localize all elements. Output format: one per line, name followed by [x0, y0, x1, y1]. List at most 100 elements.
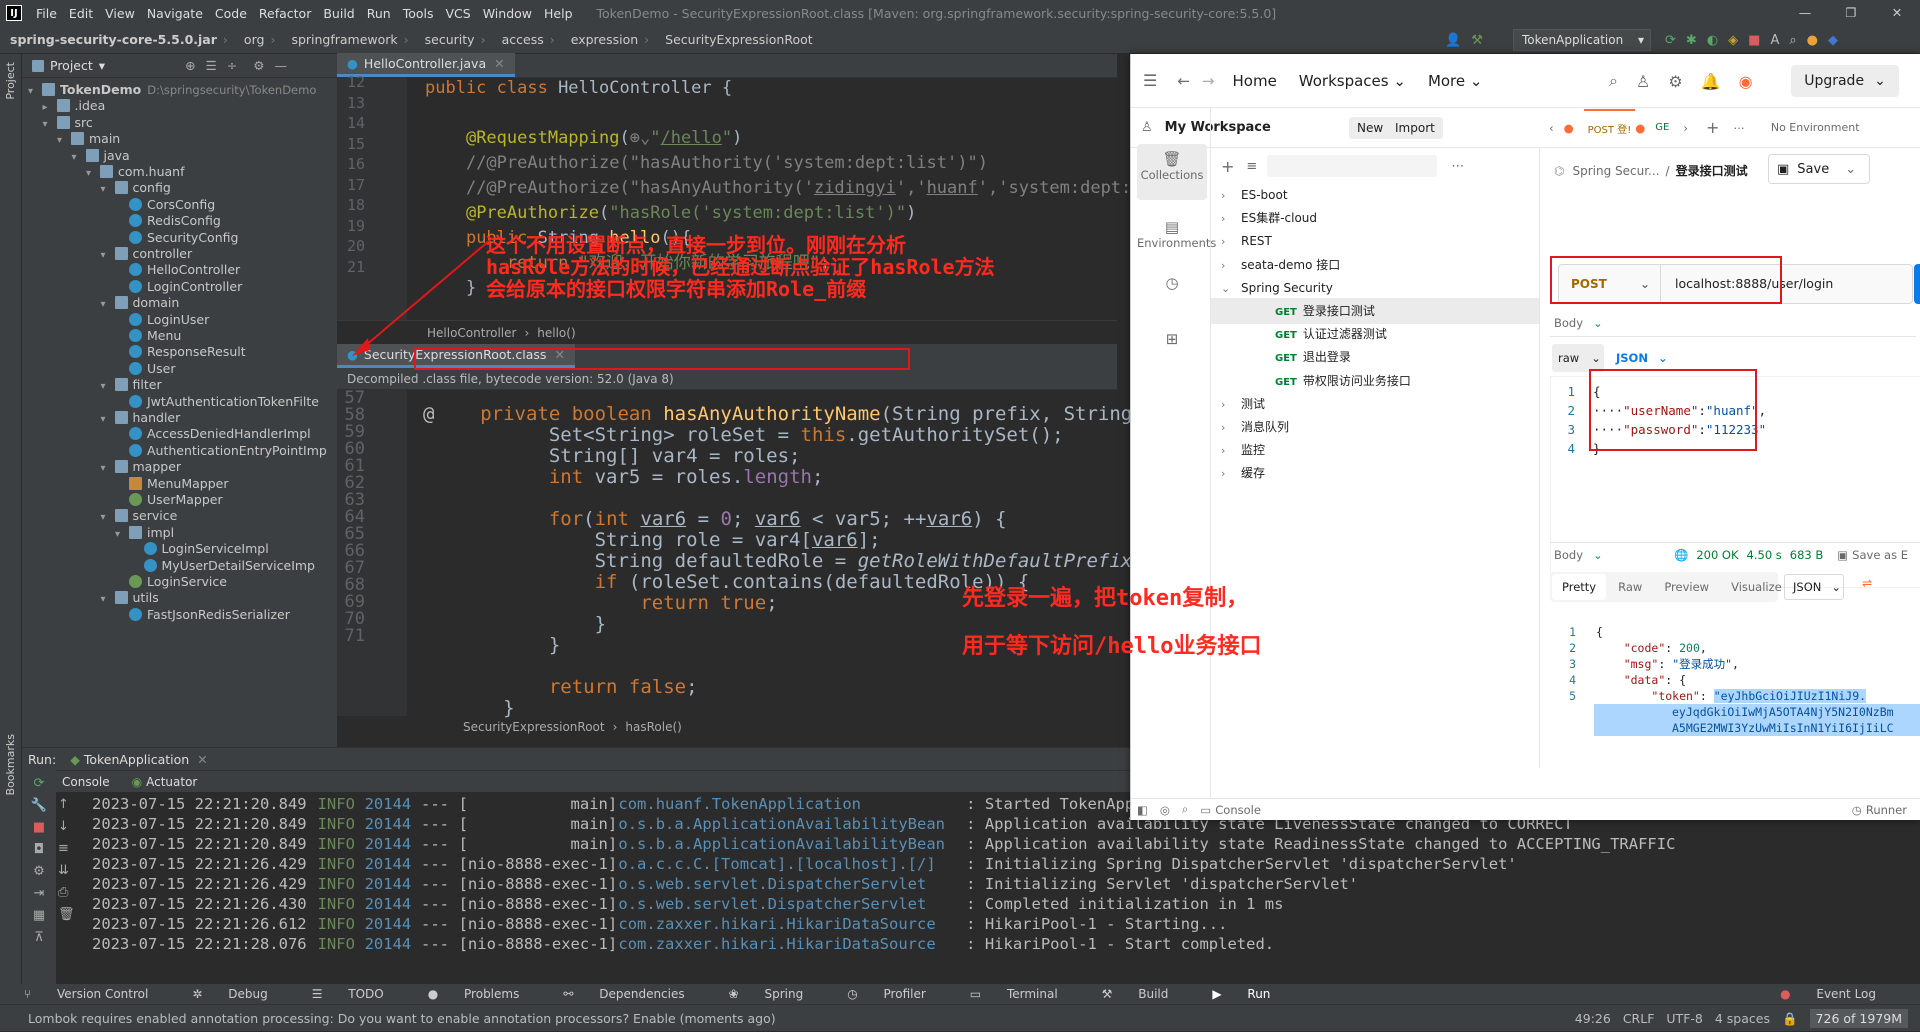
collection-item[interactable]: › 监控 [1211, 437, 1539, 463]
project-tool-button[interactable]: Project [4, 62, 17, 100]
breadcrumb-item[interactable]: access [502, 32, 544, 47]
save-button[interactable]: ▣ Save ⌄ [1768, 154, 1870, 184]
translate-icon[interactable]: A [1770, 33, 1779, 48]
project-view-selector[interactable]: Project [50, 58, 93, 73]
close-icon[interactable]: ✕ [1874, 0, 1920, 26]
bookmarks-tool-button[interactable]: Bookmarks [4, 734, 17, 795]
breadcrumb-item[interactable]: springframework [291, 32, 397, 47]
crumb-method[interactable]: hello() [537, 326, 575, 340]
scroll-end-icon[interactable]: ⇊ [58, 860, 78, 882]
settings-icon[interactable]: ⚙ [22, 864, 56, 886]
runner-button[interactable]: Runner [1866, 803, 1907, 817]
debug-icon[interactable]: ✱ [1686, 33, 1697, 48]
line-separator[interactable]: CRLF [1623, 1011, 1655, 1026]
menu-item-file[interactable]: File [36, 6, 57, 21]
crumb-collection[interactable]: Spring Secur... [1572, 164, 1659, 178]
menu-item-vcs[interactable]: VCS [446, 6, 471, 21]
breadcrumb-item[interactable]: SecurityExpressionRoot [665, 32, 813, 47]
body-tab[interactable]: Body ⌄ [1554, 316, 1603, 330]
search-icon[interactable]: ⌕ [1609, 71, 1618, 91]
raw-select[interactable]: raw ⌄ [1552, 344, 1604, 372]
sidebar-item-environments[interactable]: ▤ Environments [1137, 218, 1216, 250]
menu-item-edit[interactable]: Edit [69, 6, 93, 21]
menu-item-refactor[interactable]: Refactor [259, 6, 311, 21]
tool-debug[interactable]: ✲ Debug [180, 987, 277, 1001]
crumb-class[interactable]: SecurityExpressionRoot [463, 720, 605, 734]
search-collections-input[interactable] [1267, 155, 1438, 177]
new-tab-icon[interactable]: + [1706, 118, 1719, 137]
upgrade-button[interactable]: Upgrade ⌄ [1791, 65, 1899, 97]
tabs-more-icon[interactable]: ⋯ [1733, 121, 1745, 135]
run-tab-tokenapplication[interactable]: TokenApplication [84, 752, 189, 767]
collection-item[interactable]: › ES集群-cloud [1211, 205, 1539, 231]
tree-item[interactable]: FastJsonRedisSerializer [115, 605, 290, 625]
collection-item[interactable]: ⌄ Spring Security [1211, 275, 1539, 301]
menu-item-code[interactable]: Code [215, 6, 247, 21]
breadcrumb-item[interactable]: spring-security-core-5.5.0.jar [10, 32, 217, 47]
menu-item-window[interactable]: Window [483, 6, 532, 21]
find-icon[interactable]: ⌕ [1182, 802, 1188, 817]
tool-run[interactable]: ▶ Run [1200, 987, 1280, 1001]
collection-item[interactable]: › REST [1211, 228, 1539, 254]
menu-item-run[interactable]: Run [367, 6, 391, 21]
cursor-position[interactable]: 49:26 [1575, 1011, 1611, 1026]
gear-icon[interactable]: ⚙ [253, 58, 264, 73]
expand-arrow-icon[interactable]: ▾ [101, 459, 115, 479]
menu-item-help[interactable]: Help [544, 6, 573, 21]
camera-icon[interactable]: ◘ [22, 842, 56, 864]
breadcrumb-item[interactable]: security [425, 32, 475, 47]
expand-arrow-icon[interactable]: ▾ [101, 590, 115, 610]
nav-item[interactable]: More ⌄ [1428, 72, 1483, 90]
user-icon[interactable]: 👤 [1445, 33, 1461, 48]
status-code[interactable]: 200 OK [1696, 548, 1738, 562]
expand-arrow-icon[interactable]: ▾ [28, 82, 42, 102]
new-button[interactable]: New [1349, 117, 1392, 139]
expand-arrow-icon[interactable]: ▾ [101, 246, 115, 266]
console-button[interactable]: Console [1215, 803, 1261, 817]
sidebar-item-history[interactable]: ◷ [1137, 274, 1207, 292]
response-tab-pretty[interactable]: Pretty [1552, 574, 1607, 600]
breadcrumb-item[interactable]: org [244, 32, 265, 47]
profiler-icon[interactable]: ◈ [1728, 33, 1738, 48]
forward-icon[interactable]: → [1202, 72, 1215, 90]
crumb-method[interactable]: hasRole() [625, 720, 681, 734]
collection-item[interactable]: GET 登录接口测试 [1211, 298, 1539, 324]
tabs-left-icon[interactable]: ‹ [1549, 121, 1554, 135]
expand-arrow-icon[interactable]: ▾ [72, 148, 86, 168]
exit-icon[interactable]: ⇥ [22, 886, 56, 908]
expand-icon[interactable]: ÷ [227, 58, 237, 73]
indent-setting[interactable]: 4 spaces [1715, 1011, 1770, 1026]
expand-arrow-icon[interactable]: ▾ [86, 164, 100, 184]
collection-item[interactable]: › 消息队列 [1211, 414, 1539, 440]
collection-item[interactable]: › seata-demo 接口 [1211, 252, 1539, 278]
tabs-right-icon[interactable]: › [1683, 121, 1688, 135]
online-icon[interactable]: ◎ [1160, 803, 1170, 817]
menu-item-navigate[interactable]: Navigate [147, 6, 203, 21]
more-icon[interactable]: ⋯ [1451, 159, 1464, 174]
layout-icon[interactable]: ▦ [22, 908, 56, 930]
sidebar-item-collections[interactable]: 🗑 Collections [1137, 144, 1207, 200]
request-tab-get[interactable]: GE [1655, 122, 1669, 133]
down-icon[interactable]: ↓ [58, 816, 78, 838]
expand-arrow-icon[interactable]: ▾ [43, 115, 57, 135]
lock-icon[interactable]: 🔒 [1782, 1011, 1798, 1027]
collection-item[interactable]: › 测试 [1211, 391, 1539, 417]
collection-item[interactable]: GET 带权限访问业务接口 [1211, 368, 1539, 394]
trash-icon[interactable]: 🗑 [58, 904, 78, 926]
run-configuration-select[interactable]: TokenApplication ▾ [1513, 29, 1651, 51]
nav-item[interactable]: Home [1233, 72, 1277, 90]
tool-build[interactable]: ⚒ Build [1090, 987, 1179, 1001]
response-format-select[interactable]: JSON ⌄ [1784, 574, 1844, 600]
json-select[interactable]: JSON ⌄ [1616, 344, 1668, 372]
update-icon[interactable]: ● [1807, 33, 1818, 48]
collection-item[interactable]: GET 退出登录 [1211, 344, 1539, 370]
sidebar-toggle-icon[interactable]: ◧ [1137, 803, 1148, 817]
expand-arrow-icon[interactable]: ▾ [101, 377, 115, 397]
response-body[interactable]: 1 2 3 4 5 { "code": 200, "msg": "登录成功", "dat… [1550, 624, 1920, 744]
add-collection-icon[interactable]: + [1221, 157, 1234, 176]
expand-arrow-icon[interactable]: ▾ [101, 180, 115, 200]
nav-item[interactable]: Workspaces ⌄ [1299, 72, 1406, 90]
bell-icon[interactable]: 🔔 [1701, 72, 1721, 91]
tab-actuator[interactable]: Actuator [146, 775, 197, 789]
save-response-button[interactable]: Save as E [1852, 548, 1908, 562]
